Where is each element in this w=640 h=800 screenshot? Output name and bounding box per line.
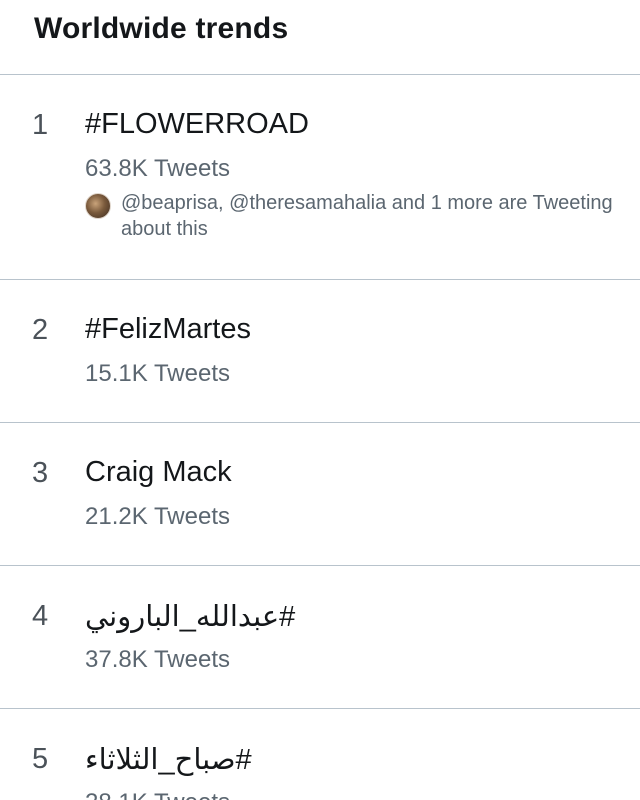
trend-rank: 2 <box>32 314 49 346</box>
trend-item[interactable]: 3 Craig Mack 21.2K Tweets <box>0 423 640 566</box>
social-context-text: @beaprisa, @theresamahalia and 1 more ar… <box>121 190 615 242</box>
trend-social-context: @beaprisa, @theresamahalia and 1 more ar… <box>85 190 615 242</box>
separator-text: , <box>218 192 230 214</box>
trend-rank: 5 <box>32 743 49 775</box>
user-link[interactable]: @beaprisa <box>121 192 218 214</box>
trend-rank: 4 <box>32 600 49 632</box>
trend-rank: 3 <box>32 457 49 489</box>
trend-name[interactable]: #عبدالله_الباروني <box>85 599 295 634</box>
trend-name[interactable]: #صباح_الثلاثاء <box>85 742 252 777</box>
trend-name[interactable]: Craig Mack <box>85 456 232 489</box>
trend-name[interactable]: #FLOWERROAD <box>85 108 309 141</box>
trend-item[interactable]: 5 #صباح_الثلاثاء 28.1K Tweets <box>0 709 640 800</box>
page-title: Worldwide trends <box>34 12 289 45</box>
trend-tweet-count: 63.8K Tweets <box>85 155 230 182</box>
trend-tweet-count: 15.1K Tweets <box>85 360 230 387</box>
trend-name[interactable]: #FelizMartes <box>85 313 251 346</box>
trends-header: Worldwide trends <box>0 0 640 75</box>
trend-tweet-count: 37.8K Tweets <box>85 646 230 673</box>
trend-item[interactable]: 1 #FLOWERROAD 63.8K Tweets @beaprisa, @t… <box>0 75 640 280</box>
trend-item[interactable]: 4 #عبدالله_الباروني 37.8K Tweets <box>0 566 640 709</box>
trend-item[interactable]: 2 #FelizMartes 15.1K Tweets <box>0 280 640 423</box>
avatar[interactable] <box>85 193 111 219</box>
user-link[interactable]: @theresamahalia <box>229 192 386 214</box>
trend-tweet-count: 21.2K Tweets <box>85 503 230 530</box>
trends-page: Worldwide trends 1 #FLOWERROAD 63.8K Twe… <box>0 0 640 800</box>
trend-rank: 1 <box>32 109 49 141</box>
trend-tweet-count: 28.1K Tweets <box>85 789 230 800</box>
